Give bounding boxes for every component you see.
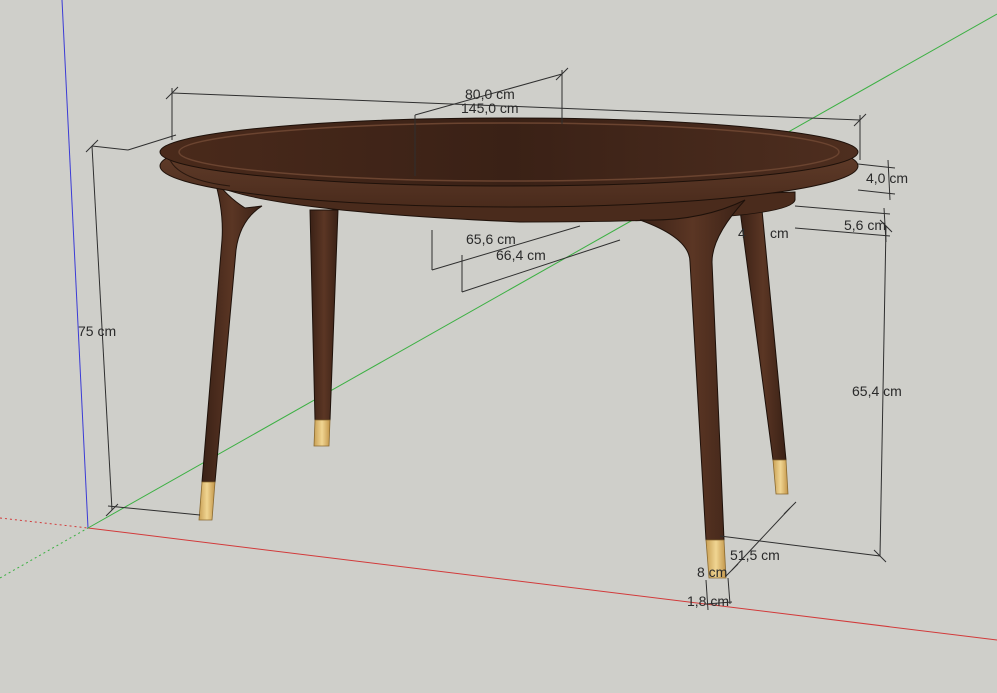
dim-leg-spread[interactable]: 51,5 cm — [730, 548, 780, 562]
dim-total-height[interactable]: 75 cm — [78, 324, 116, 338]
dim-top-thickness[interactable]: 4,0 cm — [866, 171, 908, 185]
blue-axis — [61, 0, 89, 529]
table-top — [159, 117, 859, 208]
front-right-leg — [639, 199, 746, 579]
dim-apron-partial-num[interactable]: 4 — [738, 226, 746, 240]
dim-foot-width[interactable]: 1,8 cm — [687, 594, 729, 608]
dim-apron-partial[interactable]: cm — [770, 226, 789, 240]
dim-foot-size[interactable]: 8 cm — [697, 565, 727, 579]
back-right-leg — [739, 209, 789, 495]
front-left-leg — [198, 177, 263, 521]
back-left-leg — [309, 209, 339, 447]
dim-leg-height[interactable]: 65,4 cm — [852, 384, 902, 398]
red-axis-dotted — [0, 517, 89, 529]
red-axis — [87, 527, 997, 641]
dim-inner-width-2[interactable]: 66,4 cm — [496, 248, 546, 262]
dim-inner-width-1[interactable]: 65,6 cm — [466, 232, 516, 246]
dim-length[interactable]: 145,0 cm — [461, 101, 519, 115]
dim-width-short[interactable]: 80,0 cm — [465, 87, 515, 101]
3d-viewport[interactable]: 80,0 cm 145,0 cm 4,0 cm 5,6 cm 4 cm 65,6… — [0, 0, 997, 688]
green-axis-dotted — [0, 527, 89, 579]
dim-apron-offset[interactable]: 5,6 cm — [844, 218, 886, 232]
